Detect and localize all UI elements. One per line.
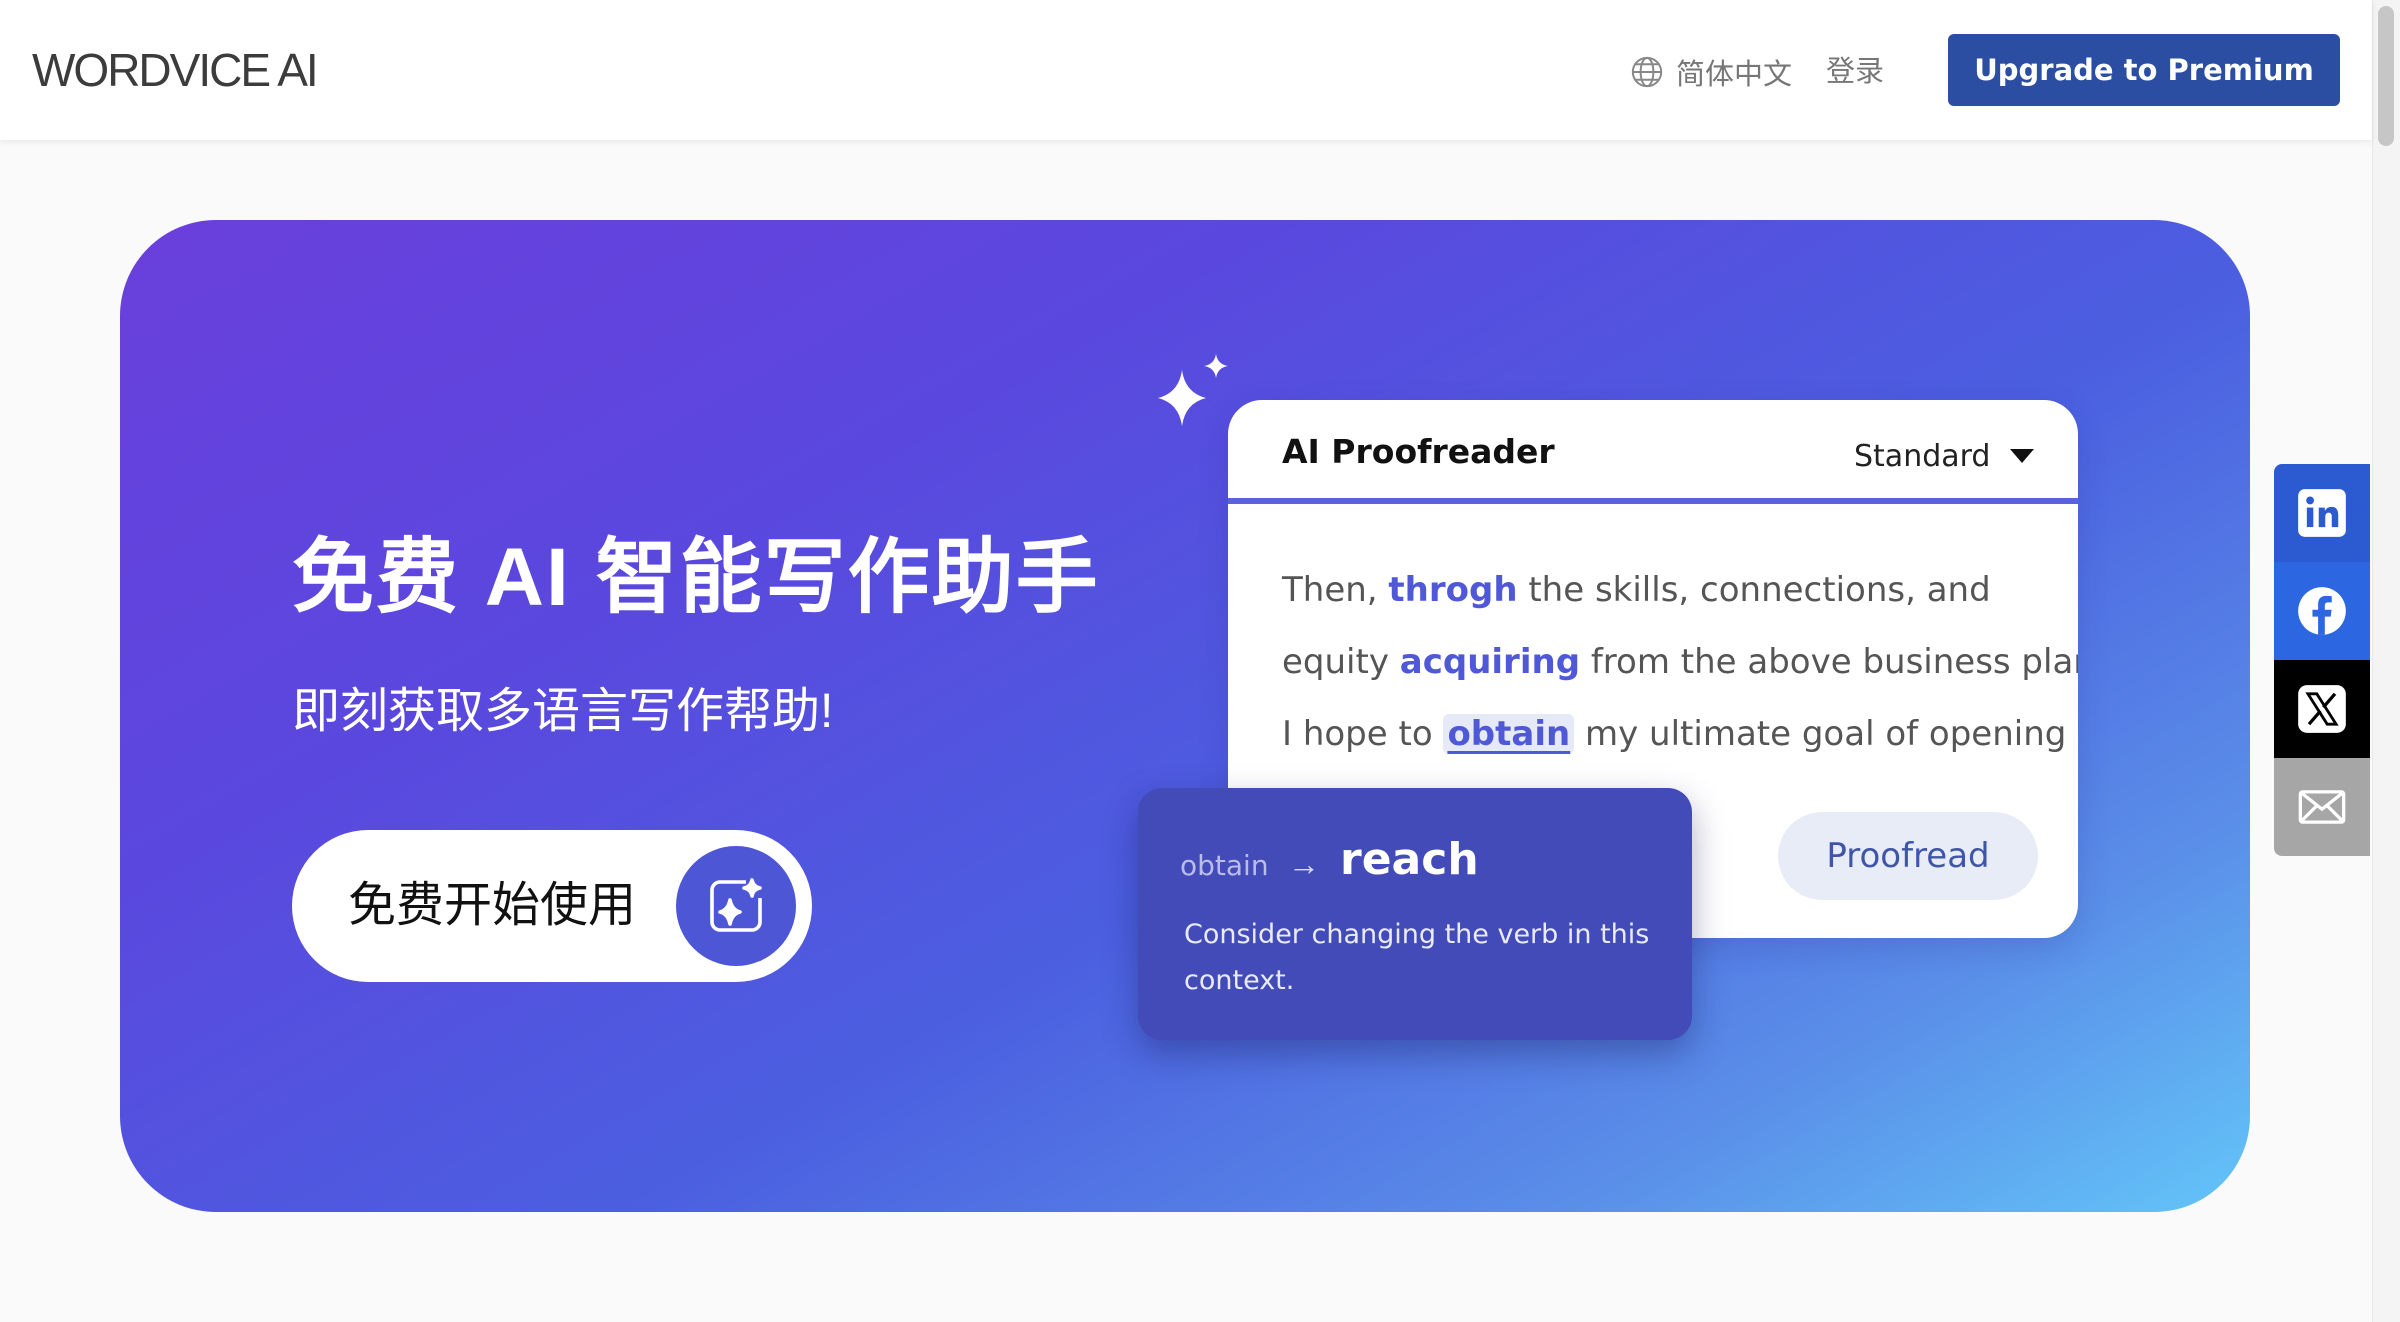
highlighted-word[interactable]: acquiring [1400,642,1580,682]
x-icon [2298,685,2346,733]
start-free-label: 免费开始使用 [348,879,637,932]
share-linkedin-button[interactable] [2274,464,2370,562]
sample-text-line: I hope to obtain my ultimate goal of ope… [1282,714,2067,754]
mode-dropdown[interactable]: Standard [1854,434,2035,478]
scrollbar-thumb[interactable] [2378,6,2394,146]
suggestion-message: Consider changing the verb in this conte… [1184,919,1650,996]
suggestion-popup[interactable]: obtain → reach Consider changing the ver… [1138,788,1692,1040]
login-link[interactable]: 登录 [1826,50,1884,94]
suggested-word: reach [1340,834,1479,885]
facebook-icon [2298,587,2346,635]
caret-down-icon [2010,449,2035,463]
globe-icon [1631,56,1663,88]
proofreader-header: AI Proofreader Standard [1228,400,2078,504]
share-facebook-button[interactable] [2274,562,2370,660]
arrow-right-icon: → [1288,846,1320,882]
linkedin-icon [2298,489,2346,537]
ai-sparkle-icon [676,846,796,966]
selected-word[interactable]: obtain [1443,714,1575,754]
mail-icon [2298,790,2346,824]
highlighted-word[interactable]: throgh [1388,570,1517,610]
language-label: 简体中文 [1676,59,1793,91]
hero-subtitle: 即刻获取多语言写作帮助! [292,685,834,738]
mode-label: Standard [1854,438,1991,474]
language-selector[interactable]: 简体中文 [1630,50,1792,94]
start-free-button[interactable]: 免费开始使用 [292,830,812,982]
wordvice-logo[interactable]: WORDVICE AI [32,42,319,98]
sample-text-line: Then, throgh the skills, connections, an… [1282,570,1991,610]
sparkle-decoration-icon [1158,354,1228,426]
proofreader-title: AI Proofreader [1282,432,1555,471]
scrollbar-track[interactable] [2372,0,2400,1322]
share-email-button[interactable] [2274,758,2370,856]
share-x-button[interactable] [2274,660,2370,758]
hero-banner: 免费 AI 智能写作助手 即刻获取多语言写作帮助! 免费开始使用 AI Proo… [120,220,2250,1212]
proofread-button[interactable]: Proofread [1778,812,2038,900]
sample-text-line: equity acquiring from the above business… [1282,642,2078,682]
page: WORDVICE AI 简体中文 登录 Upgrade to Premium 免… [0,0,2400,1322]
original-word: obtain [1180,849,1269,882]
top-header: WORDVICE AI 简体中文 登录 Upgrade to Premium [0,0,2372,140]
hero-title: 免费 AI 智能写作助手 [292,532,1100,623]
upgrade-premium-button[interactable]: Upgrade to Premium [1948,34,2340,106]
